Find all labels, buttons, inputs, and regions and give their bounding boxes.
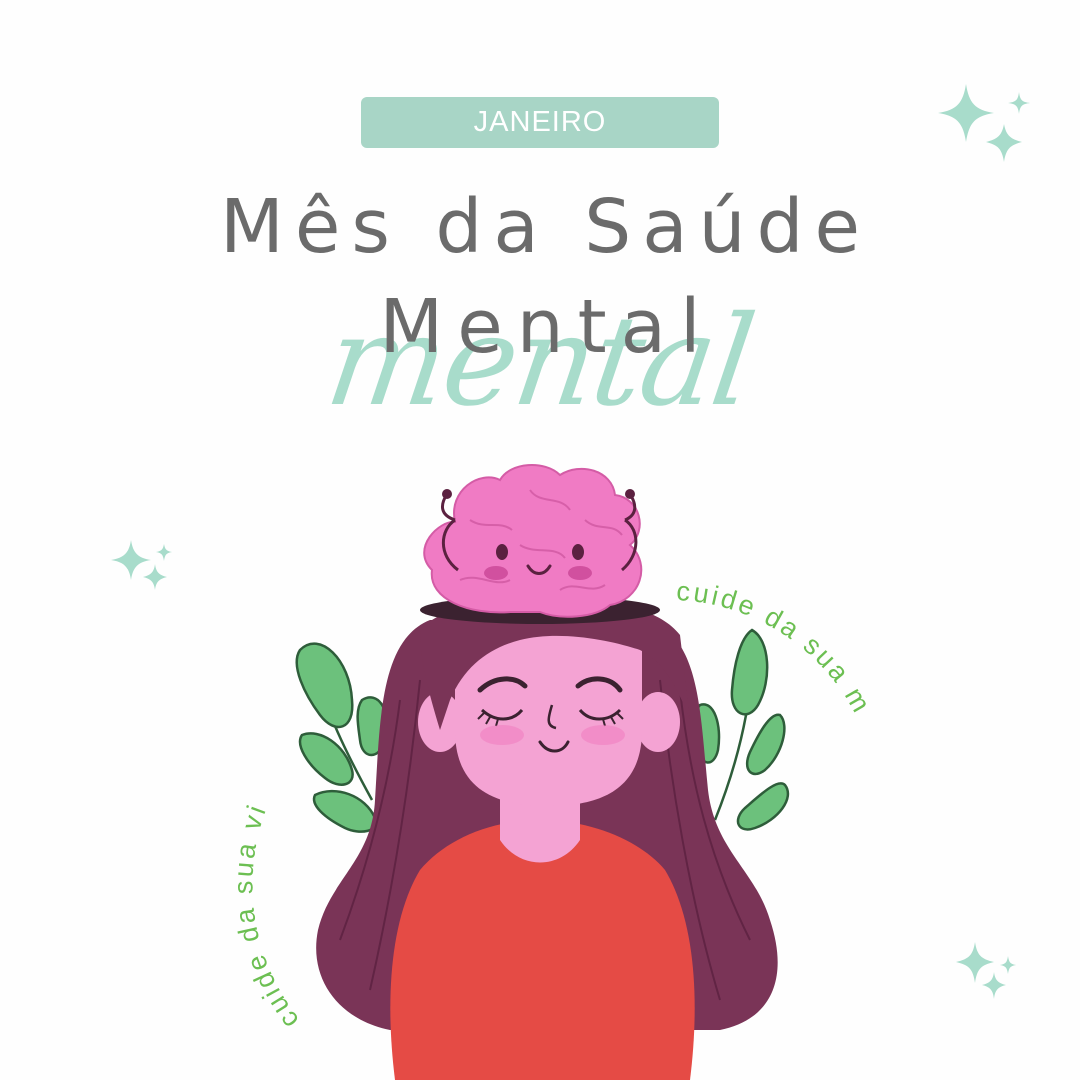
curved-text-left: cuide da sua vida (0, 0, 305, 1035)
curved-texts-layer: cuide da sua mente cuide da sua vida (0, 0, 875, 1035)
page-title-line-2: Mental (379, 284, 715, 370)
poster: JANEIRO Mês da Saúde mental Mental cuide… (0, 0, 1080, 1080)
